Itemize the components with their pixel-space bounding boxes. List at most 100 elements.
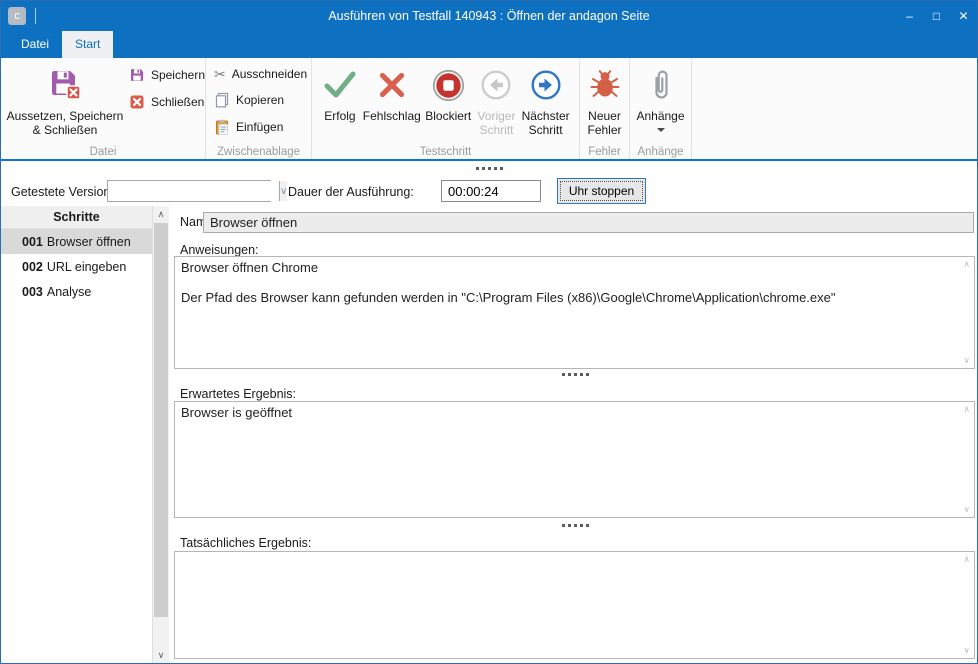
failure-label: Fehlschlag (363, 109, 421, 123)
copy-button[interactable]: Kopieren (214, 92, 307, 108)
execution-toolbar: Getestete Version: ∨ Dauer der Ausführun… (1, 163, 977, 206)
app-icon[interactable]: c (8, 7, 26, 25)
steps-list: Schritte 001 Browser öffnen 002 URL eing… (1, 206, 152, 663)
bug-icon (590, 63, 620, 107)
next-step-label: Nächster Schritt (519, 109, 572, 137)
ribbon-group-anhaenge: Anhänge Anhänge (630, 58, 692, 159)
duration-field[interactable] (441, 180, 541, 202)
ribbon: Aussetzen, Speichern & Schließen Sp (1, 58, 977, 161)
check-icon (323, 63, 357, 107)
minimize-button[interactable]: – (896, 1, 923, 31)
scroll-up-icon[interactable]: ∧ (153, 206, 169, 222)
scroll-down-icon[interactable]: ∨ (963, 355, 970, 366)
copy-icon (214, 92, 230, 108)
scroll-down-icon[interactable]: ∨ (963, 645, 970, 656)
close-testcase-button[interactable]: Schließen (129, 94, 205, 110)
actual-result-textarea[interactable] (175, 552, 974, 658)
instructions-textarea[interactable] (175, 257, 974, 368)
ribbon-group-zwischenablage: ✂ Ausschneiden Kopieren (206, 58, 312, 159)
new-defect-label: Neuer Fehler (583, 109, 627, 137)
steps-header: Schritte (1, 206, 152, 229)
blocked-button[interactable]: Blockiert (423, 58, 474, 143)
paste-button[interactable]: Einfügen (214, 119, 307, 135)
attachments-button[interactable]: Anhänge (633, 58, 689, 143)
name-field[interactable] (203, 212, 974, 233)
group-caption-datei: Datei (1, 146, 205, 158)
save-icon (129, 67, 145, 83)
titlebar: c Ausführen von Testfall 140943 : Öffnen… (1, 1, 977, 31)
maximize-button[interactable]: □ (923, 1, 950, 31)
ribbon-group-datei: Aussetzen, Speichern & Schließen Sp (1, 58, 206, 159)
scissors-icon: ✂ (214, 67, 226, 81)
instructions-label: Anweisungen: (180, 243, 259, 257)
tab-start[interactable]: Start (62, 31, 113, 58)
paste-label: Einfügen (236, 120, 283, 134)
group-caption-zwischenablage: Zwischenablage (206, 146, 311, 158)
paperclip-icon (650, 63, 672, 107)
quick-access-separator (35, 8, 36, 24)
x-icon (377, 63, 407, 107)
close-button[interactable]: ✕ (950, 1, 977, 31)
stop-clock-button[interactable]: Uhr stoppen (557, 178, 646, 204)
steps-panel: Schritte 001 Browser öffnen 002 URL eing… (1, 206, 169, 663)
chevron-down-icon (657, 128, 665, 132)
previous-step-button[interactable]: Voriger Schritt (474, 58, 520, 143)
step-item-003[interactable]: 003 Analyse (1, 279, 152, 304)
app-window: c Ausführen von Testfall 140943 : Öffnen… (0, 0, 978, 664)
save-close-icon (48, 63, 82, 107)
success-label: Erfolg (324, 109, 355, 123)
ribbon-group-testschritt: Erfolg Fehlschlag (312, 58, 580, 159)
save-label: Speichern (151, 68, 205, 82)
cut-label: Ausschneiden (232, 67, 307, 81)
splitter-handle-top[interactable] (1, 167, 977, 170)
group-caption-fehler: Fehler (580, 146, 629, 158)
blocked-label: Blockiert (425, 109, 471, 123)
steps-scrollbar[interactable]: ∧ ∨ (152, 206, 169, 663)
actual-result-box: ∧ ∨ (174, 551, 975, 659)
expected-result-label: Erwartetes Ergebnis: (180, 387, 296, 401)
tested-version-combobox[interactable]: ∨ (107, 180, 271, 202)
suspend-save-close-button[interactable]: Aussetzen, Speichern & Schließen (1, 58, 129, 143)
window-title: Ausführen von Testfall 140943 : Öffnen d… (121, 9, 857, 23)
scroll-up-icon[interactable]: ∧ (963, 404, 970, 415)
success-button[interactable]: Erfolg (319, 58, 361, 143)
step-item-001[interactable]: 001 Browser öffnen (1, 229, 152, 254)
duration-label: Dauer der Ausführung: (288, 185, 414, 199)
attachments-label: Anhänge (636, 109, 684, 123)
tab-datei[interactable]: Datei (8, 31, 62, 58)
tested-version-label: Getestete Version: (11, 185, 114, 199)
step-detail-panel: Name: Anweisungen: ∧ ∨ Erwartetes Ergebn… (174, 206, 976, 662)
copy-label: Kopieren (236, 93, 284, 107)
scroll-down-icon[interactable]: ∨ (963, 504, 970, 515)
expected-result-box: ∧ ∨ (174, 401, 975, 518)
step-number: 001 (22, 235, 43, 249)
step-number: 003 (22, 285, 43, 299)
new-defect-button[interactable]: Neuer Fehler (583, 58, 627, 143)
save-button[interactable]: Speichern (129, 67, 205, 83)
ribbon-tab-row: Datei Start (1, 31, 977, 58)
close-red-icon (129, 94, 145, 110)
datei-small-buttons: Speichern Schließen (129, 58, 205, 143)
scroll-down-icon[interactable]: ∨ (153, 647, 169, 663)
paste-icon (214, 119, 230, 135)
expected-result-textarea[interactable] (175, 402, 974, 517)
scroll-up-icon[interactable]: ∧ (963, 554, 970, 565)
scroll-up-icon[interactable]: ∧ (963, 259, 970, 270)
step-label: URL eingeben (47, 260, 126, 274)
instructions-box: ∧ ∨ (174, 256, 975, 369)
tested-version-input[interactable] (108, 181, 279, 201)
splitter-handle-middle[interactable] (174, 373, 976, 376)
scrollbar-thumb[interactable] (154, 223, 168, 617)
prev-step-icon (480, 63, 512, 107)
suspend-save-close-label: Aussetzen, Speichern & Schließen (1, 109, 129, 137)
cut-button[interactable]: ✂ Ausschneiden (214, 67, 307, 81)
step-label: Browser öffnen (47, 235, 131, 249)
splitter-handle-bottom[interactable] (174, 524, 976, 527)
group-caption-testschritt: Testschritt (312, 146, 579, 158)
next-step-button[interactable]: Nächster Schritt (519, 58, 572, 143)
stop-icon (432, 63, 465, 107)
failure-button[interactable]: Fehlschlag (361, 58, 423, 143)
step-item-002[interactable]: 002 URL eingeben (1, 254, 152, 279)
combo-dropdown-icon[interactable]: ∨ (279, 181, 287, 201)
actual-result-label: Tatsächliches Ergebnis: (180, 536, 311, 550)
